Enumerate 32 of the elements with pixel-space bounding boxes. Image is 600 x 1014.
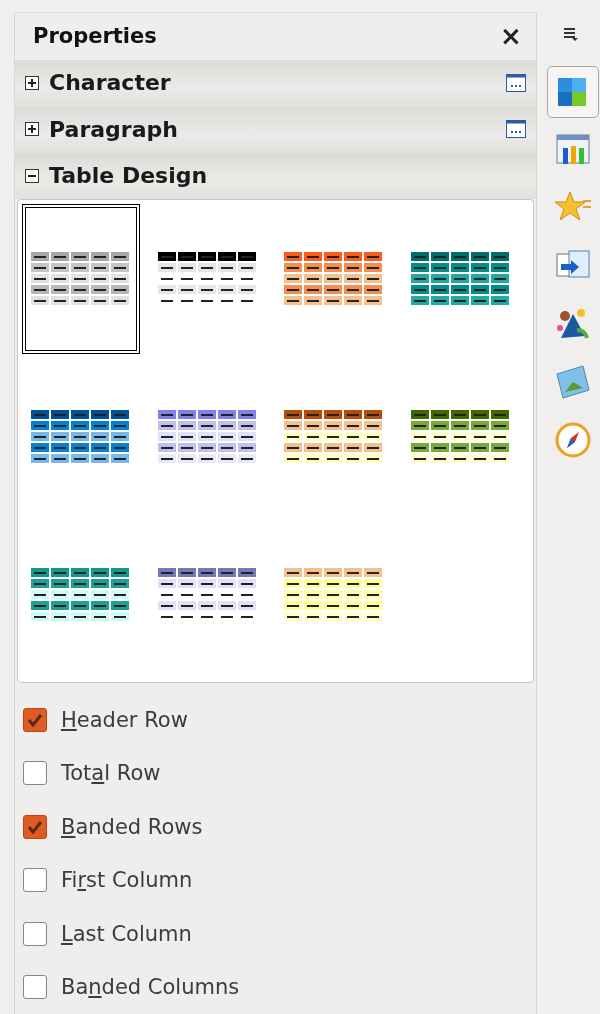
checkbox[interactable] xyxy=(23,975,47,1000)
checkmark-icon xyxy=(27,819,43,834)
option-label: Last Column xyxy=(61,921,192,946)
option-label: First Column xyxy=(61,868,193,893)
section-title: Paragraph xyxy=(49,116,179,142)
checkmark-icon xyxy=(27,712,43,727)
section-title: Character xyxy=(49,70,172,96)
section-header[interactable]: Paragraph xyxy=(15,106,536,153)
picture-icon xyxy=(555,364,592,400)
option-label: Total Row xyxy=(61,761,161,786)
checkbox[interactable] xyxy=(23,707,47,732)
checkbox[interactable] xyxy=(23,814,47,839)
menu-icon xyxy=(563,26,580,42)
more-options-icon[interactable] xyxy=(505,120,526,139)
sidebar-tab[interactable] xyxy=(547,66,600,118)
section-title: Table Design xyxy=(49,163,209,189)
expand-icon[interactable] xyxy=(25,75,39,90)
section-header[interactable]: Character xyxy=(15,59,536,106)
checkbox[interactable] xyxy=(23,868,47,893)
checkbox[interactable] xyxy=(23,761,47,786)
table-style-option[interactable] xyxy=(22,204,140,354)
close-button[interactable]: × xyxy=(496,23,526,50)
option-label: Header Row xyxy=(61,707,188,732)
expand-icon[interactable] xyxy=(25,122,39,137)
option-label: Banded Rows xyxy=(61,814,203,839)
panel-title: Properties xyxy=(33,24,157,49)
collapse-icon[interactable] xyxy=(25,168,39,183)
more-options-icon[interactable] xyxy=(505,73,526,92)
section-header[interactable]: Table Design xyxy=(15,152,536,199)
compass-icon xyxy=(555,422,592,458)
option-label: Banded Columns xyxy=(61,975,240,1000)
checkbox[interactable] xyxy=(23,921,47,946)
